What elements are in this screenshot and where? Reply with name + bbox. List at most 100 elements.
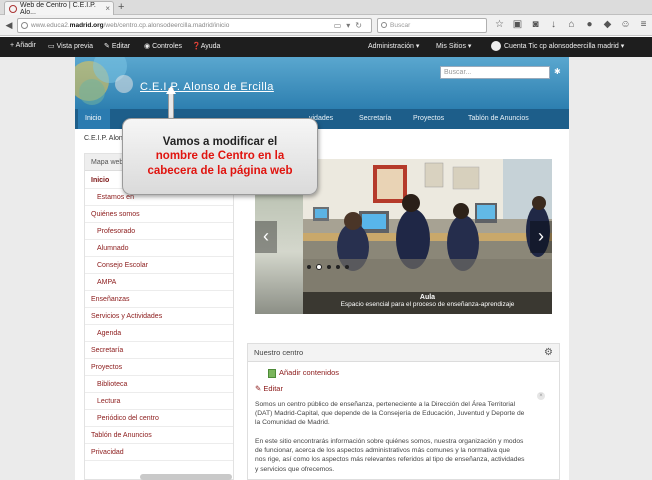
new-tab-button[interactable]: + [118,1,124,13]
mouse-cursor-icon [166,86,176,94]
home-icon[interactable]: ⌂ [566,19,577,31]
chevron-down-icon: ▾ [467,43,472,50]
caption-text: Espacio esencial para el proceso de ense… [340,301,515,308]
help-label: Ayuda [200,43,221,50]
carousel-dot[interactable] [327,265,331,269]
sidebar-item-privacidad[interactable]: Privacidad [85,444,233,461]
download-icon[interactable]: ↓ [548,19,559,31]
tutorial-callout: Vamos a modificar el nombre de Centro en… [122,118,318,195]
clipboard-icon[interactable]: ▣ [512,19,523,31]
nav-item-secretaria[interactable]: Secretaría [359,115,391,122]
user-menu[interactable]: Cuenta Tic cp alonsodeercilla madrid ▾ [491,41,624,51]
sidebar-item-secretaria[interactable]: Secretaría [85,342,233,359]
site-search-icon[interactable]: ✱ [554,67,561,76]
sidebar-item-biblioteca[interactable]: Biblioteca [85,376,233,393]
preview-button[interactable]: ▭ Vista previa [48,42,93,50]
edit-label: Editar [263,384,283,393]
chat-icon[interactable]: ● [584,19,595,31]
edit-button[interactable]: ✎ Editar [104,42,130,50]
sidebar-item-quienes-somos[interactable]: Quiénes somos [85,206,233,223]
paragraph-line: (DAT) Madrid-Capital, que depende de la … [255,410,525,418]
site-header: C.E.I.P. Alonso de Ercilla Buscar... ✱ [75,57,569,109]
nav-item-proyectos[interactable]: Proyectos [413,115,444,122]
sidebar-item-periodico[interactable]: Periódico del centro [85,410,233,427]
edit-link[interactable]: ✎ Editar [255,384,283,393]
magnifier-icon [381,22,387,28]
carousel-dot[interactable] [345,265,349,269]
sidebar-item-consejo-escolar[interactable]: Consejo Escolar [85,257,233,274]
sidebar-item-profesorado[interactable]: Profesorado [85,223,233,240]
carousel-dot[interactable] [316,264,322,270]
sidebar-item-ensenanzas[interactable]: Enseñanzas [85,291,233,308]
sidebar-item-alumnado[interactable]: Alumnado [85,240,233,257]
pocket-icon[interactable]: ◙ [530,19,541,31]
carousel-image [303,159,552,314]
favicon-icon [9,4,17,13]
avatar [491,41,501,51]
sidebar-item-agenda[interactable]: Agenda [85,325,233,342]
sidebar-item-ampa[interactable]: AMPA [85,274,233,291]
browser-tab-bar: Web de Centro | C.E.I.P. Alo... × + [0,0,652,16]
carousel-next-button[interactable]: › [530,221,552,253]
browser-tab[interactable]: Web de Centro | C.E.I.P. Alo... × [4,1,114,16]
pencil-icon: ✎ [104,43,112,50]
bookmark-star-icon[interactable]: ☆ [494,19,505,31]
my-sites-menu[interactable]: Mis Sitios ▾ [436,42,471,50]
chevron-down-icon: ▾ [620,42,625,50]
paragraph-line: la Comunidad de Madrid. [255,419,330,427]
horizontal-scrollbar[interactable] [140,474,232,480]
back-icon[interactable]: ◀ [3,19,15,31]
controls-label: Controles [152,43,183,50]
monitor-icon: ▭ [48,43,57,50]
url-domain: madrid.org [69,22,104,29]
edit-label: Editar [111,43,131,50]
preview-label: Vista previa [56,43,94,50]
classroom-photo [303,159,552,314]
dropdown-icon[interactable]: ▾ [346,21,355,30]
sidebar-item-servicios[interactable]: Servicios y Actividades [85,308,233,325]
controls-button[interactable]: ◉ Controles [144,42,182,50]
help-button[interactable]: ❓Ayuda [192,42,220,50]
paragraph-line: Somos un centro público de enseñanza, pe… [255,401,516,408]
logo-shape [115,75,133,93]
url-path: /web/centro.cp.alonsodeercilla.madrid/in… [103,22,230,29]
reader-icon[interactable]: ▭ [334,21,347,30]
url-actions: ▭▾↻ [334,19,367,32]
site-title-link[interactable]: C.E.I.P. Alonso de Ercilla [140,81,274,93]
nav-item-inicio[interactable]: Inicio [85,115,101,122]
callout-line-3: cabecera de la página web [147,165,293,177]
add-content-link[interactable]: Añadir contenidos [268,368,339,378]
admin-menu[interactable]: Administración ▾ [368,42,419,50]
sidebar-item-proyectos[interactable]: Proyectos [85,359,233,376]
smile-icon[interactable]: ☺ [620,19,631,31]
callout-line-2: nombre de Centro en la [155,150,285,162]
paragraph-line: de funcionar, acerca de los aspectos adm… [255,447,510,455]
add-button[interactable]: + Añadir [10,42,36,49]
sidebar-item-lectura[interactable]: Lectura [85,393,233,410]
reload-icon[interactable]: ↻ [355,21,367,30]
browser-nav-bar: ◀ www.educa2.madrid.org/web/centro.cp.al… [0,15,652,36]
tab-title: Web de Centro | C.E.I.P. Alo... [20,1,96,16]
nav-item-tablon[interactable]: Tablón de Anuncios [468,115,529,122]
carousel-prev-button[interactable]: ‹ [255,221,277,253]
sidebar-item-tablon[interactable]: Tablón de Anuncios [85,427,233,444]
user-label: Cuenta Tic cp alonsodeercilla madrid [504,42,619,50]
carousel-dot[interactable] [307,265,311,269]
tab-close-icon[interactable]: × [105,4,110,13]
paragraph-line: nos rige, así como los aspectos más rele… [255,456,525,464]
logo-shape [79,79,105,105]
addon-icon[interactable]: ◆ [602,19,613,31]
browser-search-input[interactable]: Buscar [377,18,487,33]
dockbar: + Añadir ▭ Vista previa ✎ Editar ◉ Contr… [0,37,652,57]
site-search-input[interactable]: Buscar... [440,66,550,79]
carousel-indicators [307,264,349,270]
portlet-header: Nuestro centro ⚙ [248,344,559,362]
portlet-nuestro-centro: Nuestro centro ⚙ Añadir contenidos ✎ Edi… [247,343,560,480]
menu-icon[interactable]: ≡ [638,19,649,31]
carousel-dot[interactable] [336,265,340,269]
close-icon[interactable]: × [537,392,545,400]
gear-icon[interactable]: ⚙ [544,344,553,362]
url-bar[interactable]: www.educa2.madrid.org/web/centro.cp.alon… [17,18,372,33]
browser-search-placeholder: Buscar [390,22,411,29]
add-content-icon [268,368,276,378]
